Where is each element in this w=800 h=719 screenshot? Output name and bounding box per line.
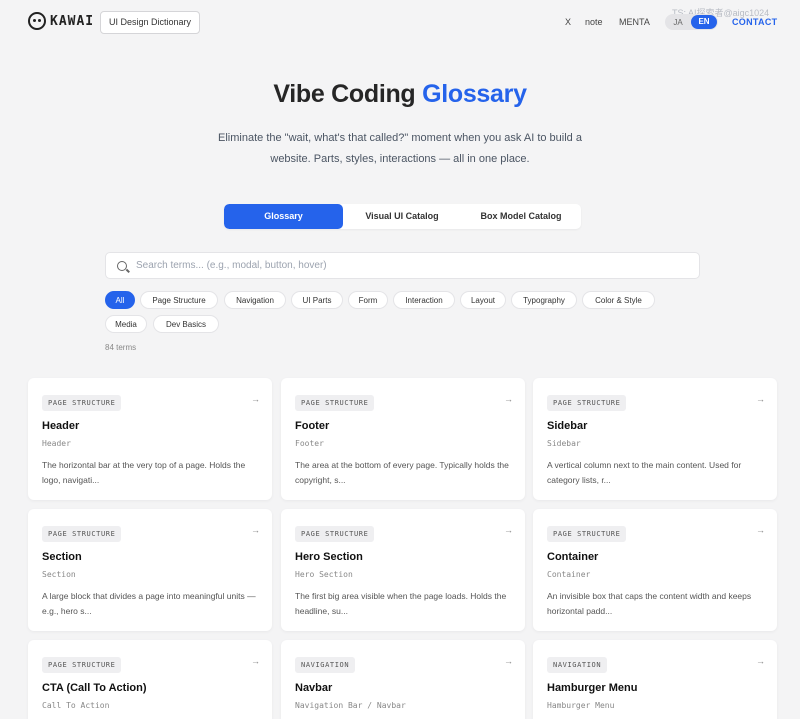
term-card-cta[interactable]: PAGE STRUCTURE → CTA (Call To Action) Ca… [28, 640, 272, 719]
top-bar: KAWAI UI Design Dictionary TS: AI探索者@aig… [0, 0, 800, 44]
tab-visual-ui-catalog[interactable]: Visual UI Catalog [343, 204, 461, 229]
card-title: Header [42, 420, 80, 432]
arrow-right-icon: → [756, 525, 765, 535]
lang-ja-option[interactable]: JA [665, 18, 691, 27]
arrow-right-icon: → [504, 394, 513, 404]
catalog-tabs: Glossary Visual UI Catalog Box Model Cat… [224, 204, 581, 229]
card-category-tag: PAGE STRUCTURE [42, 526, 122, 542]
logo[interactable]: KAWAI [28, 12, 94, 30]
card-subtitle: Sidebar [547, 439, 581, 448]
term-card-footer[interactable]: PAGE STRUCTURE → Footer Footer The area … [281, 378, 525, 500]
card-title: Footer [295, 420, 330, 432]
arrow-right-icon: → [504, 525, 513, 535]
card-category-tag: NAVIGATION [295, 657, 356, 673]
tab-glossary[interactable]: Glossary [224, 204, 343, 229]
filter-typography[interactable]: Typography [511, 291, 577, 309]
search-bar [105, 252, 700, 279]
card-title: Navbar [295, 682, 333, 694]
arrow-right-icon: → [756, 394, 765, 404]
card-description: A vertical column next to the main conte… [547, 460, 742, 485]
filter-form[interactable]: Form [348, 291, 388, 309]
nav-link-x[interactable]: X [565, 17, 571, 27]
filter-color-style[interactable]: Color & Style [582, 291, 655, 309]
filter-page-structure[interactable]: Page Structure [140, 291, 218, 309]
title-main: Vibe Coding [273, 80, 423, 108]
card-category-tag: PAGE STRUCTURE [547, 395, 627, 411]
filter-dev-basics[interactable]: Dev Basics [153, 315, 219, 333]
term-card-section[interactable]: PAGE STRUCTURE → Section Section A large… [28, 509, 272, 631]
filter-layout[interactable]: Layout [460, 291, 506, 309]
card-category-tag: PAGE STRUCTURE [42, 657, 122, 673]
title-accent: Glossary [422, 80, 527, 108]
card-title: Container [547, 551, 599, 563]
filter-interaction[interactable]: Interaction [393, 291, 455, 309]
card-category-tag: PAGE STRUCTURE [295, 526, 375, 542]
term-card-navbar[interactable]: NAVIGATION → Navbar Navigation Bar / Nav… [281, 640, 525, 719]
card-subtitle: Hamburger Menu [547, 701, 615, 710]
term-count: 84 terms [105, 343, 137, 352]
card-subtitle: Container [547, 570, 591, 579]
search-input[interactable] [136, 260, 676, 271]
filter-navigation[interactable]: Navigation [224, 291, 286, 309]
card-title: Hamburger Menu [547, 682, 638, 694]
card-title: Sidebar [547, 420, 588, 432]
card-subtitle: Section [42, 570, 76, 579]
arrow-right-icon: → [251, 394, 260, 404]
term-card-hamburger-menu[interactable]: NAVIGATION → Hamburger Menu Hamburger Me… [533, 640, 777, 719]
card-description: An invisible box that caps the content w… [547, 591, 752, 616]
logo-text: KAWAI [50, 13, 95, 29]
arrow-right-icon: → [756, 656, 765, 666]
search-icon [117, 260, 127, 271]
card-category-tag: PAGE STRUCTURE [42, 395, 122, 411]
term-card-sidebar[interactable]: PAGE STRUCTURE → Sidebar Sidebar A verti… [533, 378, 777, 500]
card-subtitle: Hero Section [295, 570, 353, 579]
page-subtitle: Eliminate the "wait, what's that called?… [218, 132, 582, 165]
dictionary-badge[interactable]: UI Design Dictionary [100, 11, 201, 34]
card-subtitle: Footer [295, 439, 324, 448]
card-title: Hero Section [295, 551, 363, 563]
language-toggle[interactable]: JA EN [665, 14, 718, 30]
filter-all[interactable]: All [105, 291, 135, 309]
card-subtitle: Header [42, 439, 71, 448]
card-description: The first big area visible when the page… [295, 591, 507, 616]
card-category-tag: NAVIGATION [547, 657, 608, 673]
card-description: A large block that divides a page into m… [42, 591, 256, 616]
arrow-right-icon: → [251, 525, 260, 535]
card-description: The horizontal bar at the very top of a … [42, 460, 246, 485]
arrow-right-icon: → [251, 656, 260, 666]
nav-link-menta[interactable]: MENTA [619, 17, 650, 27]
card-category-tag: PAGE STRUCTURE [295, 395, 375, 411]
term-card-hero-section[interactable]: PAGE STRUCTURE → Hero Section Hero Secti… [281, 509, 525, 631]
card-category-tag: PAGE STRUCTURE [547, 526, 627, 542]
page-title: Vibe Coding Glossary [0, 80, 800, 109]
card-subtitle: Call To Action [42, 701, 110, 710]
card-subtitle: Navigation Bar / Navbar [295, 701, 406, 710]
term-card-header[interactable]: PAGE STRUCTURE → Header Header The horiz… [28, 378, 272, 500]
kawai-logo-icon [28, 12, 46, 30]
tab-box-model-catalog[interactable]: Box Model Catalog [461, 204, 581, 229]
term-card-container[interactable]: PAGE STRUCTURE → Container Container An … [533, 509, 777, 631]
nav-link-note[interactable]: note [585, 17, 603, 27]
lang-en-option[interactable]: EN [691, 15, 717, 29]
card-title: Section [42, 551, 82, 563]
filter-ui-parts[interactable]: UI Parts [291, 291, 343, 309]
contact-link[interactable]: CONTACT [732, 17, 777, 27]
card-title: CTA (Call To Action) [42, 682, 147, 694]
card-description: The area at the bottom of every page. Ty… [295, 460, 509, 485]
filter-media[interactable]: Media [105, 315, 147, 333]
arrow-right-icon: → [504, 656, 513, 666]
